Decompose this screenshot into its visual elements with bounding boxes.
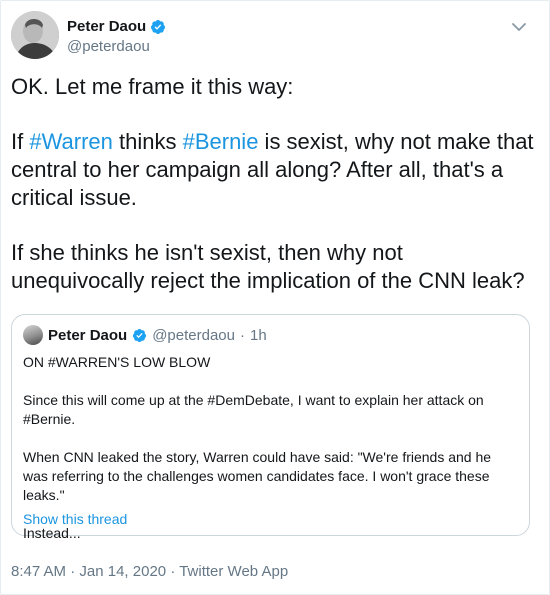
- avatar-portrait-icon: [11, 11, 59, 59]
- footer-separator: ·: [70, 563, 76, 580]
- tweet-paragraph-2: If #Warren thinks #Bernie is sexist, why…: [11, 128, 537, 212]
- author-names: Peter Daou @peterdaou: [67, 17, 166, 57]
- tweet-footer: 8:47 AM · Jan 14, 2020 · Twitter Web App: [11, 563, 288, 580]
- show-thread-link[interactable]: Show this thread: [23, 511, 127, 527]
- quoted-line-2: Since this will come up at the #DemDebat…: [23, 392, 484, 427]
- quoted-separator: ·: [240, 326, 245, 344]
- quoted-avatar: [23, 325, 43, 345]
- tweet-date: Jan 14, 2020: [79, 563, 167, 580]
- tweet-text: OK. Let me frame it this way: If #Warren…: [11, 73, 537, 322]
- quoted-tweet-text: ON #WARREN'S LOW BLOW Since this will co…: [23, 353, 519, 562]
- quoted-tweet-header: Peter Daou @peterdaou · 1h: [23, 325, 267, 345]
- footer-separator: ·: [170, 563, 176, 580]
- hashtag-bernie-link[interactable]: #Bernie: [183, 129, 259, 154]
- tweet-source-link[interactable]: Twitter Web App: [179, 563, 288, 580]
- author-display-name[interactable]: Peter Daou: [67, 17, 166, 36]
- verified-badge-icon: [151, 19, 166, 34]
- author-name-text: Peter Daou: [67, 18, 147, 35]
- quoted-line-1: ON #WARREN'S LOW BLOW: [23, 354, 211, 370]
- quoted-tweet[interactable]: Peter Daou @peterdaou · 1h ON #WARREN'S …: [11, 314, 530, 541]
- verified-badge-icon: [133, 328, 147, 342]
- tweet-text-segment: thinks: [112, 129, 183, 154]
- author-handle[interactable]: @peterdaou: [67, 37, 166, 57]
- quoted-line-3: When CNN leaked the story, Warren could …: [23, 449, 492, 503]
- quoted-handle: @peterdaou: [152, 326, 235, 344]
- tweet-paragraph-1: OK. Let me frame it this way:: [11, 74, 294, 99]
- avatar[interactable]: [11, 11, 59, 59]
- tweet-timestamp-link[interactable]: 8:47 AM · Jan 14, 2020: [11, 563, 166, 580]
- quoted-display-name: Peter Daou: [48, 326, 128, 344]
- hashtag-warren-link[interactable]: #Warren: [29, 129, 113, 154]
- tweet-header: Peter Daou @peterdaou: [11, 11, 539, 61]
- tweet-paragraph-3: If she thinks he isn't sexist, then why …: [11, 240, 525, 293]
- tweet-time: 8:47 AM: [11, 563, 67, 580]
- tweet-card: Peter Daou @peterdaou OK. Let me frame i…: [0, 0, 550, 595]
- tweet-text-segment: If: [11, 129, 30, 154]
- chevron-down-icon: [512, 23, 526, 31]
- quoted-time[interactable]: 1h: [250, 327, 267, 344]
- more-options-caret[interactable]: [509, 17, 529, 37]
